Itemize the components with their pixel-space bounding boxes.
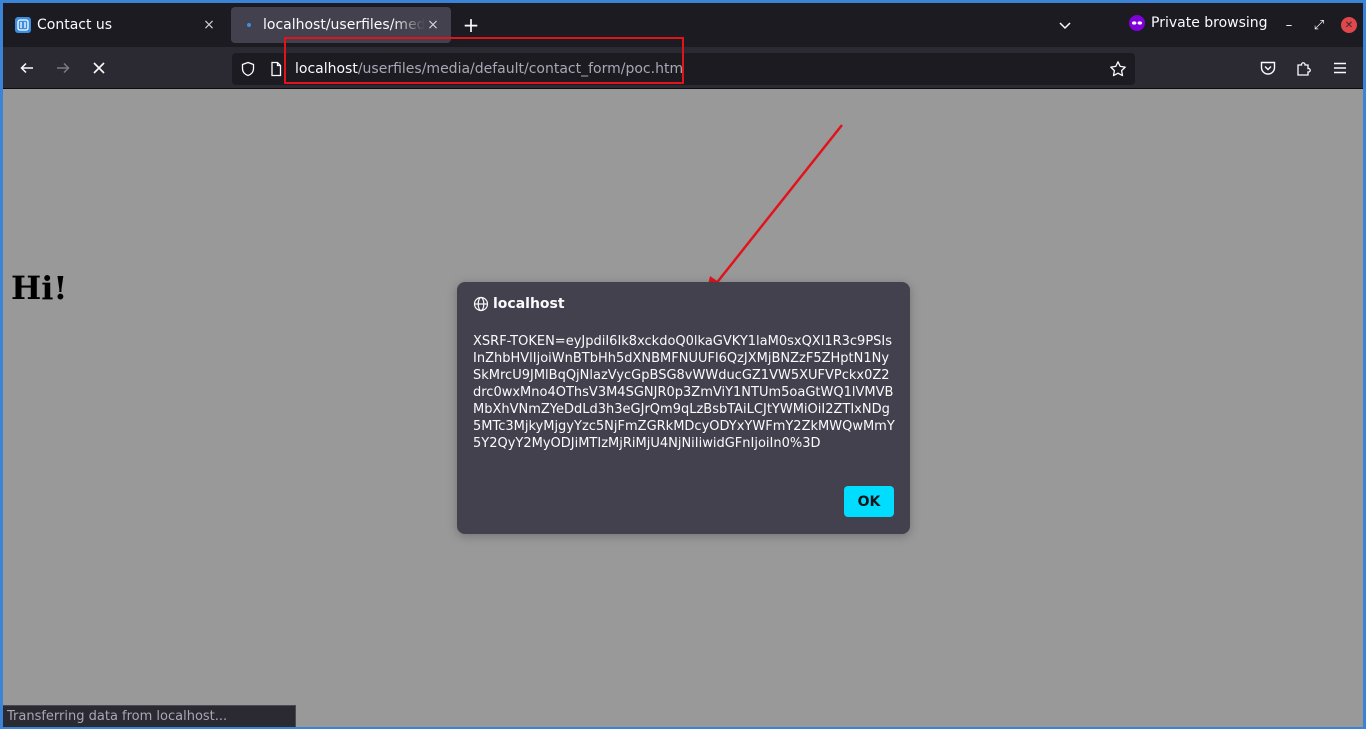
dialog-origin: localhost [493,296,565,312]
pocket-icon[interactable] [1259,59,1277,77]
tab-close-icon[interactable]: × [425,17,441,33]
back-button[interactable] [14,55,40,81]
tab-contact-us[interactable]: Contact us × [5,7,227,43]
forward-button[interactable] [50,55,76,81]
tab-close-icon[interactable]: × [201,17,217,33]
tab-strip: Contact us × localhost/userfiles/media ×… [3,3,1363,47]
dialog-message: XSRF-TOKEN=eyJpdiI6Ik8xckdoQ0lkaGVKY1laM… [473,334,895,451]
close-icon: ✕ [1341,17,1357,33]
loading-dot-icon [241,17,257,33]
page-info-icon[interactable] [268,61,284,77]
tab-title: Contact us [37,17,113,33]
tab-title: localhost/userfiles/media [263,17,425,33]
ok-button[interactable]: OK [844,486,894,517]
dialog-header: localhost [473,296,565,312]
navigation-toolbar: localhost/userfiles/media/default/contac… [3,47,1363,89]
url-path: /userfiles/media/default/contact_form/po… [357,61,684,77]
page-heading: Hi! [11,269,68,307]
list-all-tabs-icon[interactable] [1053,15,1077,35]
browser-window: Contact us × localhost/userfiles/media ×… [3,3,1363,727]
private-browsing-label: Private browsing [1151,15,1268,31]
extensions-puzzle-icon[interactable] [1295,59,1313,77]
status-bar: Transferring data from localhost... [3,705,296,727]
tab-poc-page[interactable]: localhost/userfiles/media × [231,7,451,43]
globe-icon [473,296,489,312]
stop-loading-button[interactable] [86,55,112,81]
alert-dialog: localhost XSRF-TOKEN=eyJpdiI6Ik8xckdoQ0l… [457,282,910,534]
url-host: localhost [295,61,358,77]
address-bar[interactable]: localhost/userfiles/media/default/contac… [232,53,1135,85]
new-tab-button[interactable]: + [459,13,483,37]
hamburger-menu-icon[interactable] [1331,59,1349,77]
close-window-button[interactable]: ✕ [1339,15,1359,35]
private-browsing-indicator: Private browsing [1129,15,1268,31]
tracking-protection-shield-icon[interactable] [240,61,256,77]
private-mask-icon [1129,15,1145,31]
back-arrow-icon [20,62,33,74]
minimize-button[interactable]: – [1279,15,1299,35]
maximize-button[interactable]: ⤢ [1309,15,1329,35]
bookmark-star-icon[interactable] [1109,60,1127,78]
forward-arrow-icon [57,62,70,74]
stop-x-icon [93,62,105,74]
url-text[interactable]: localhost/userfiles/media/default/contac… [295,60,683,78]
page-content: Hi! localhost XSRF-TOKEN=eyJpdiI6Ik8xckd… [3,89,1363,727]
joomla-icon [15,17,31,33]
